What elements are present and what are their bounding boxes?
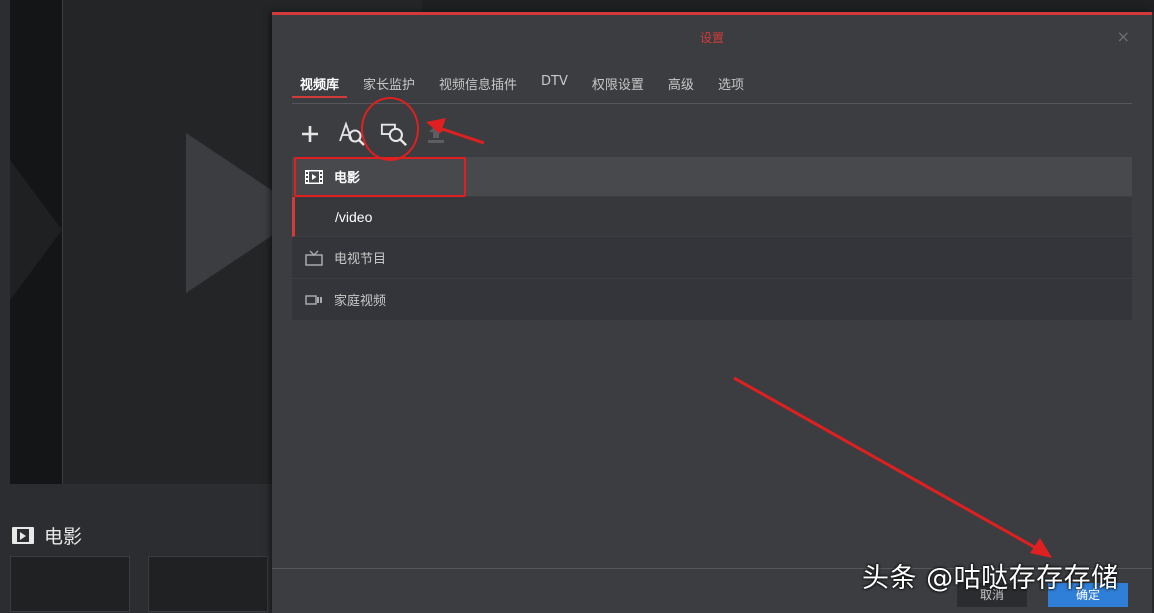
watermark-text: 头条 @咕哒存存存储: [862, 563, 1119, 594]
annotation-arrows: [426, 118, 1052, 558]
